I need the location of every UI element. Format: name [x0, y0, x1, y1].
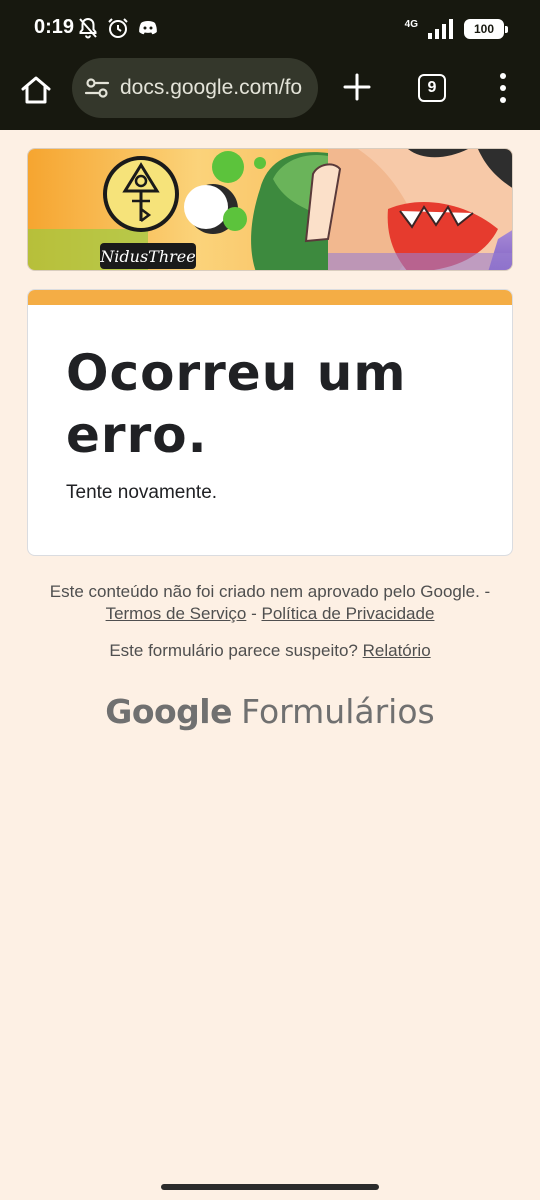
- discord-icon: [139, 21, 157, 35]
- status-bar: 0:19 4G 100: [0, 0, 540, 58]
- form-header-banner: NidusThree: [27, 148, 513, 271]
- error-message: Tente novamente.: [66, 482, 218, 503]
- status-notification-icons: [76, 16, 160, 40]
- status-time: 0:19: [34, 16, 75, 38]
- card-accent-bar: [28, 290, 512, 305]
- tab-count: 9: [427, 79, 437, 96]
- network-type: 4G: [404, 19, 418, 30]
- battery-icon: 100: [464, 19, 508, 39]
- google-forms-logo[interactable]: Google Formulários: [0, 692, 540, 731]
- home-icon[interactable]: [18, 72, 54, 108]
- address-bar[interactable]: docs.google.com/fo: [72, 58, 318, 118]
- terms-of-service-link[interactable]: Termos de Serviço: [106, 604, 247, 623]
- disclaimer-text: Este conteúdo não foi criado nem aprovad…: [30, 581, 510, 625]
- error-card: Ocorreu um erro. Tente novamente.: [27, 289, 513, 556]
- battery-level: 100: [473, 22, 495, 36]
- notifications-off-icon: [79, 17, 97, 39]
- disclaimer-sentence: Este conteúdo não foi criado nem aprovad…: [49, 582, 491, 601]
- browser-toolbar: docs.google.com/fo 9: [0, 58, 540, 130]
- tabs-icon[interactable]: 9: [418, 74, 446, 102]
- report-link[interactable]: Relatório: [363, 641, 431, 660]
- report-abuse-line: Este formulário parece suspeito? Relatór…: [30, 641, 510, 661]
- brand-forms-wordmark: Formulários: [241, 692, 435, 731]
- more-vert-icon[interactable]: [494, 72, 512, 104]
- privacy-policy-link[interactable]: Política de Privacidade: [261, 604, 434, 623]
- banner-logo-text: NidusThree: [99, 247, 195, 266]
- plus-icon[interactable]: [340, 70, 374, 104]
- signal-icon: [428, 19, 453, 39]
- home-indicator-bar[interactable]: [161, 1184, 379, 1190]
- alarm-icon: [108, 18, 128, 38]
- status-system-icons: 4G 100: [404, 16, 508, 42]
- report-prompt: Este formulário parece suspeito?: [109, 641, 358, 660]
- footer-separator: -: [251, 604, 257, 623]
- site-settings-icon[interactable]: [84, 75, 110, 101]
- banner-artwork: NidusThree: [28, 149, 512, 270]
- error-title: Ocorreu um erro.: [66, 344, 407, 464]
- url-text[interactable]: docs.google.com/fo: [120, 76, 302, 100]
- brand-google-wordmark: Google: [105, 692, 232, 731]
